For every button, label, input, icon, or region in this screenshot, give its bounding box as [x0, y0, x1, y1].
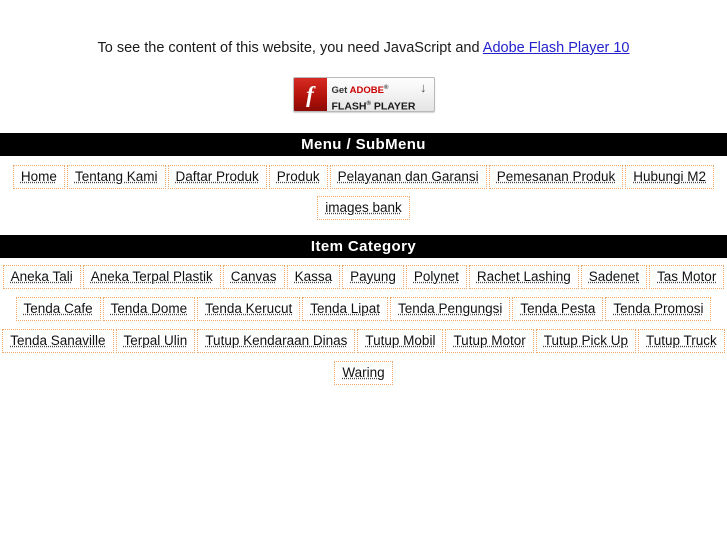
menu-links: Home Tentang Kami Daftar Produk Produk Pelay… [0, 156, 727, 222]
category-link-sadenet[interactable]: Sadenet [580, 265, 648, 289]
get-adobe-flash-player-button[interactable]: f Get ADOBE® FLASH® PLAYER ↓ [292, 77, 435, 112]
page-root: To see the content of this website, you … [0, 0, 727, 387]
flash-badge-line1: Get ADOBE® [332, 82, 416, 97]
menu-link-produk[interactable]: Produk [268, 165, 328, 189]
category-link-canvas[interactable]: Canvas [222, 265, 285, 289]
flash-badge-container: f Get ADOBE® FLASH® PLAYER ↓ [0, 77, 727, 112]
flash-badge-player-word: PLAYER [370, 100, 416, 112]
category-row: Aneka Tali Aneka Terpal Plastik Canvas Kass… [0, 265, 727, 291]
menu-link-pemesanan-produk[interactable]: Pemesanan Produk [488, 165, 624, 189]
flash-badge-adobe-registered: ® [383, 85, 389, 91]
category-link-tenda-pengungsi[interactable]: Tenda Pengungsi [390, 297, 511, 321]
category-link-tutup-pick-up[interactable]: Tutup Pick Up [535, 329, 637, 353]
category-link-tenda-sanaville[interactable]: Tenda Sanaville [2, 329, 114, 353]
menu-link-daftar-produk[interactable]: Daftar Produk [167, 165, 267, 189]
category-link-tas-motor[interactable]: Tas Motor [649, 265, 725, 289]
flash-f-icon: f [306, 82, 314, 107]
menu-section-title: Menu / SubMenu [0, 133, 727, 156]
category-link-aneka-tali[interactable]: Aneka Tali [2, 265, 81, 289]
category-link-payung[interactable]: Payung [342, 265, 404, 289]
category-section-title: Item Category [0, 235, 727, 258]
category-links: Aneka Tali Aneka Terpal Plastik Canvas Kass… [0, 258, 727, 387]
download-arrow-icon: ↓ [420, 80, 427, 95]
category-link-tenda-pesta[interactable]: Tenda Pesta [512, 297, 604, 321]
flash-badge-text: Get ADOBE® FLASH® PLAYER [331, 82, 416, 112]
category-link-tutup-truck[interactable]: Tutup Truck [638, 329, 725, 353]
category-link-rachet-lashing[interactable]: Rachet Lashing [468, 265, 579, 289]
flash-badge-adobe-word: ADOBE [349, 85, 384, 97]
category-link-polynet[interactable]: Polynet [405, 265, 467, 289]
menu-link-tentang-kami[interactable]: Tentang Kami [66, 165, 166, 189]
category-link-waring[interactable]: Waring [334, 361, 393, 385]
category-link-tenda-lipat[interactable]: Tenda Lipat [302, 297, 389, 321]
notice-text: To see the content of this website, you … [97, 40, 483, 56]
flash-requirement-notice: To see the content of this website, you … [0, 0, 727, 58]
category-link-terpal-ulin[interactable]: Terpal Ulin [115, 329, 196, 353]
menu-row: images bank [0, 196, 727, 222]
category-link-tenda-kerucut[interactable]: Tenda Kerucut [197, 297, 301, 321]
category-row: Waring [0, 361, 727, 387]
category-link-tenda-dome[interactable]: Tenda Dome [102, 297, 196, 321]
category-link-tutup-mobil[interactable]: Tutup Mobil [357, 329, 444, 353]
flash-badge-get-word: Get [331, 85, 350, 97]
menu-row: Home Tentang Kami Daftar Produk Produk Pelay… [0, 165, 727, 191]
menu-link-hubungi-m2[interactable]: Hubungi M2 [625, 165, 715, 189]
category-link-tutup-motor[interactable]: Tutup Motor [445, 329, 534, 353]
category-link-tutup-kendaraan-dinas[interactable]: Tutup Kendaraan Dinas [197, 329, 356, 353]
category-link-aneka-terpal-plastik[interactable]: Aneka Terpal Plastik [82, 265, 221, 289]
category-link-kassa[interactable]: Kassa [286, 265, 341, 289]
menu-link-images-bank[interactable]: images bank [317, 196, 410, 220]
menu-link-home[interactable]: Home [12, 165, 65, 189]
flash-badge-line2: FLASH® PLAYER [331, 98, 416, 112]
flash-badge-flash-word: FLASH [331, 100, 367, 112]
category-row: Tenda Sanaville Terpal Ulin Tutup Kendaraa… [0, 329, 727, 355]
category-link-tenda-cafe[interactable]: Tenda Cafe [15, 297, 101, 321]
adobe-flash-player-link[interactable]: Adobe Flash Player 10 [483, 40, 630, 56]
category-row: Tenda Cafe Tenda Dome Tenda Kerucut Tenda L… [0, 297, 727, 323]
category-link-tenda-promosi[interactable]: Tenda Promosi [605, 297, 712, 321]
menu-link-pelayanan-dan-garansi[interactable]: Pelayanan dan Garansi [329, 165, 487, 189]
